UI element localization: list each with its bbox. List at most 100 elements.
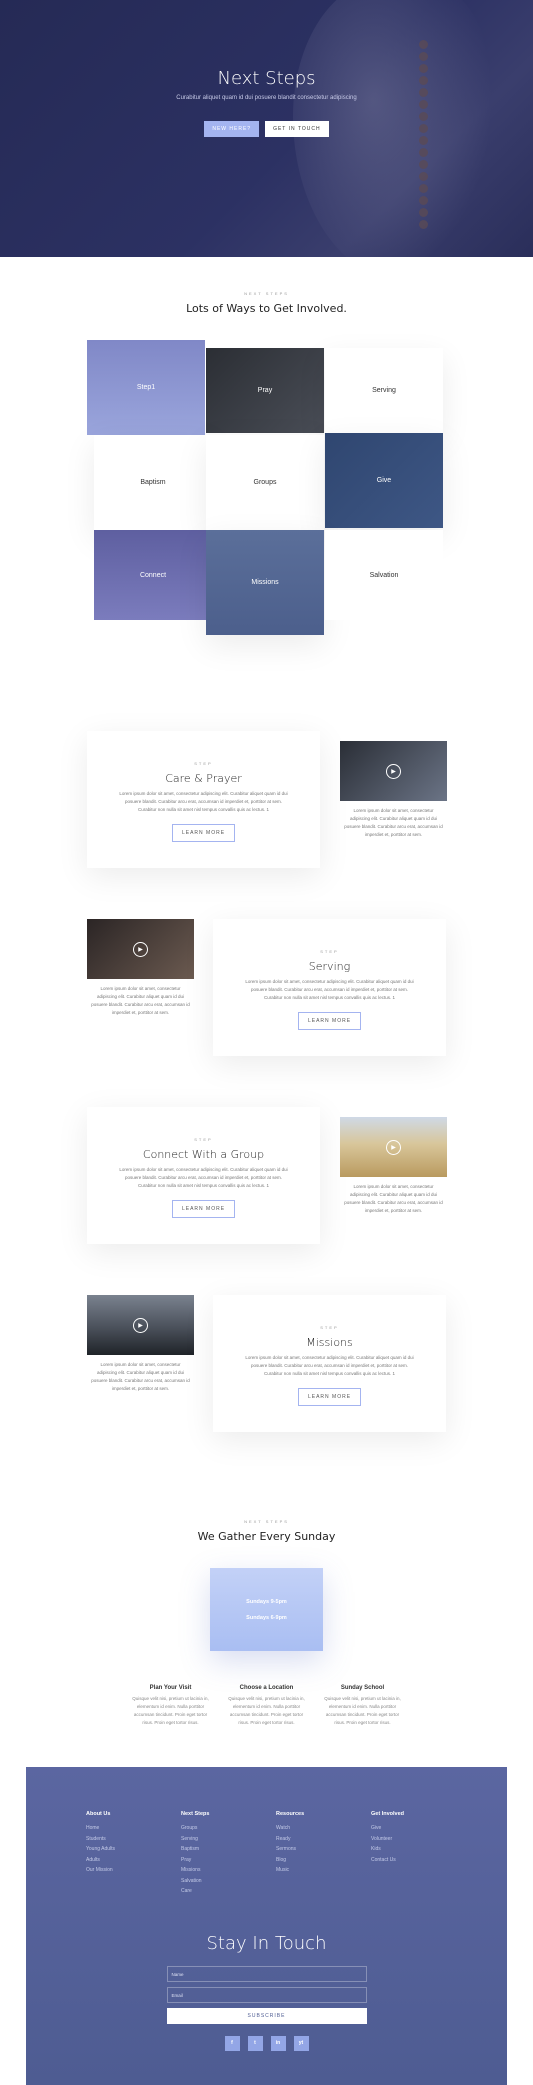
feature-title: Care & Prayer (165, 772, 242, 785)
twitter-icon[interactable]: t (247, 2035, 263, 2051)
footer-link[interactable]: Give (371, 1823, 466, 1834)
learn-more-button[interactable]: Learn More (297, 1388, 362, 1406)
instagram-icon[interactable]: in (270, 2035, 286, 2051)
sunday-title: We Gather Every Sunday (197, 1530, 336, 1543)
footer-link[interactable]: Our Mission (86, 1865, 181, 1876)
feature-card: Step Connect With a Group Lorem ipsum do… (87, 1107, 320, 1244)
footer-link[interactable]: Baptism (181, 1844, 276, 1855)
ways-eyebrow: Next Steps (244, 291, 289, 296)
footer-link[interactable]: Groups (181, 1823, 276, 1834)
subscribe-button[interactable]: Subscribe (166, 2007, 367, 2024)
feature-side: ▶ Lorem ipsum dolor sit amet, consectetu… (340, 741, 447, 839)
feature-body: Lorem ipsum dolor sit amet, consectetur … (245, 979, 414, 1000)
video-thumbnail[interactable]: ▶ (87, 919, 194, 979)
footer-link[interactable]: Ready (276, 1834, 371, 1845)
email-field[interactable]: Email (166, 1986, 367, 2003)
side-text: Lorem ipsum dolor sit amet, consectetur … (344, 808, 443, 837)
tile-give[interactable]: Give (325, 433, 443, 528)
tile-salvation[interactable]: Salvation (325, 530, 443, 620)
tile-pray[interactable]: Pray (206, 348, 324, 433)
sunday-info-columns: Plan Your Visit Quisque velit nisi, pret… (0, 1685, 533, 1727)
footer-col-about: About Us Home Students Young Adults Adul… (86, 1811, 181, 1897)
feature-body: Lorem ipsum dolor sit amet, consectetur … (119, 1167, 288, 1188)
info-title: Plan Your Visit (149, 1685, 192, 1691)
info-title: Choose a Location (239, 1685, 294, 1691)
play-icon[interactable]: ▶ (386, 1139, 401, 1155)
feature-connect-group: Step Connect With a Group Lorem ipsum do… (0, 1091, 533, 1279)
footer-link[interactable]: Young Adults (86, 1844, 181, 1855)
tile-connect[interactable]: Connect (94, 530, 212, 620)
ways-title: Lots of Ways to Get Involved. (186, 302, 347, 315)
play-icon[interactable]: ▶ (386, 763, 401, 779)
get-in-touch-button[interactable]: Get in Touch (265, 121, 329, 137)
tile-step1[interactable]: Step1 (87, 340, 205, 435)
learn-more-button[interactable]: Learn More (297, 1012, 362, 1030)
feature-card: Step Missions Lorem ipsum dolor sit amet… (213, 1295, 446, 1432)
footer-link[interactable]: Adults (86, 1855, 181, 1866)
tile-groups[interactable]: Groups (206, 435, 324, 530)
tile-missions[interactable]: Missions (206, 530, 324, 635)
info-plan-visit: Plan Your Visit Quisque velit nisi, pret… (131, 1685, 211, 1727)
feature-title: Missions (306, 1336, 353, 1349)
feature-card: Step Serving Lorem ipsum dolor sit amet,… (213, 919, 446, 1056)
play-icon[interactable]: ▶ (133, 1317, 148, 1333)
feature-side: ▶ Lorem ipsum dolor sit amet, consectetu… (87, 1295, 194, 1393)
youtube-icon[interactable]: yt (293, 2035, 309, 2051)
footer-link[interactable]: Watch (276, 1823, 371, 1834)
social-links: f t in yt (26, 2035, 507, 2051)
hero-section: Next Steps Curabitur aliquet quam id dui… (0, 0, 533, 257)
footer-link[interactable]: Salvation (181, 1876, 276, 1887)
service-times-box: Sundays 9-5pm Sundays 6-9pm (210, 1568, 323, 1651)
feature-side: ▶ Lorem ipsum dolor sit amet, consectetu… (340, 1117, 447, 1215)
service-time: Sundays 9-5pm (246, 1598, 287, 1605)
tile-baptism[interactable]: Baptism (94, 435, 212, 530)
footer-col-title: Resources (276, 1811, 305, 1817)
feature-card: Step Care & Prayer Lorem ipsum dolor sit… (87, 731, 320, 868)
footer-link[interactable]: Care (181, 1886, 276, 1897)
footer-link[interactable]: Students (86, 1834, 181, 1845)
feature-body: Lorem ipsum dolor sit amet, consectetur … (119, 791, 288, 812)
facebook-icon[interactable]: f (224, 2035, 240, 2051)
footer-columns: About Us Home Students Young Adults Adul… (26, 1767, 507, 1897)
feature-eyebrow: Step (194, 1137, 213, 1142)
name-field[interactable]: Name (166, 1965, 367, 1982)
feature-eyebrow: Step (320, 949, 339, 954)
footer-link[interactable]: Kids (371, 1844, 466, 1855)
learn-more-button[interactable]: Learn More (171, 1200, 236, 1218)
feature-care-prayer: Step Care & Prayer Lorem ipsum dolor sit… (0, 715, 533, 903)
feature-side: ▶ Lorem ipsum dolor sit amet, consectetu… (87, 919, 194, 1017)
new-here-button[interactable]: New Here? (204, 121, 260, 137)
footer-link[interactable]: Sermons (276, 1844, 371, 1855)
footer-link[interactable]: Pray (181, 1855, 276, 1866)
info-title: Sunday School (340, 1685, 385, 1691)
info-body: Quisque velit nisi, pretium ut lacinia i… (132, 1696, 209, 1725)
info-body: Quisque velit nisi, pretium ut lacinia i… (228, 1696, 305, 1725)
hero-title: Next Steps (217, 68, 316, 89)
feature-body: Lorem ipsum dolor sit amet, consectetur … (245, 1355, 414, 1376)
footer: About Us Home Students Young Adults Adul… (26, 1767, 507, 2085)
play-icon[interactable]: ▶ (133, 941, 148, 957)
footer-link[interactable]: Blog (276, 1855, 371, 1866)
sunday-section: Next Steps We Gather Every Sunday Sunday… (0, 1467, 533, 1727)
footer-col-resources: Resources Watch Ready Sermons Blog Music (276, 1811, 371, 1897)
info-body: Quisque velit nisi, pretium ut lacinia i… (324, 1696, 401, 1725)
sunday-eyebrow: Next Steps (244, 1519, 289, 1524)
info-sunday-school: Sunday School Quisque velit nisi, pretiu… (323, 1685, 403, 1727)
footer-link[interactable]: Serving (181, 1834, 276, 1845)
video-thumbnail[interactable]: ▶ (87, 1295, 194, 1355)
service-time: Sundays 6-9pm (246, 1614, 287, 1621)
footer-link[interactable]: Home (86, 1823, 181, 1834)
feature-serving: ▶ Lorem ipsum dolor sit amet, consectetu… (0, 903, 533, 1091)
feature-title: Serving (308, 960, 351, 973)
feature-eyebrow: Step (320, 1325, 339, 1330)
video-thumbnail[interactable]: ▶ (340, 741, 447, 801)
footer-col-title: Get Involved (371, 1811, 405, 1817)
learn-more-button[interactable]: Learn More (171, 824, 236, 842)
footer-link[interactable]: Volunteer (371, 1834, 466, 1845)
footer-link[interactable]: Missions (181, 1865, 276, 1876)
tile-serving[interactable]: Serving (325, 348, 443, 433)
side-text: Lorem ipsum dolor sit amet, consectetur … (344, 1184, 443, 1213)
footer-link[interactable]: Music (276, 1865, 371, 1876)
footer-link[interactable]: Contact Us (371, 1855, 466, 1866)
video-thumbnail[interactable]: ▶ (340, 1117, 447, 1177)
